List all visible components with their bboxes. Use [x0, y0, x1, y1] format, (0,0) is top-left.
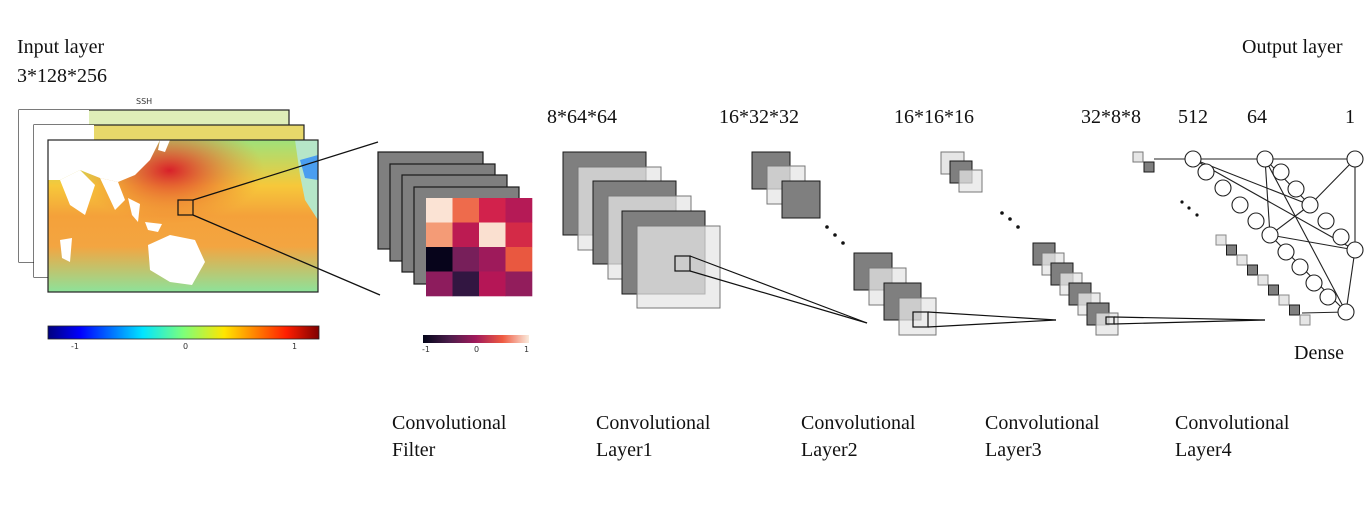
- filter-cell: [505, 271, 533, 297]
- neuron: [1287, 180, 1305, 198]
- fmap-light: [898, 297, 937, 336]
- ellipsis-dot: [833, 233, 837, 237]
- neuron: [1319, 288, 1337, 306]
- conv3-stack: [940, 151, 1119, 336]
- ellipsis-dot: [825, 225, 829, 229]
- neuron: [1337, 303, 1355, 321]
- ellipsis-dot: [1180, 200, 1184, 204]
- conv3-link-top: [1113, 316, 1266, 321]
- conv2-stack: [751, 151, 937, 336]
- fmap-light: [1236, 254, 1248, 266]
- conv4-tail: [1215, 234, 1311, 326]
- neuron: [1317, 212, 1335, 230]
- filter-cell: [505, 222, 533, 248]
- fmap-dark: [1247, 264, 1258, 276]
- fmap-light: [1132, 151, 1144, 163]
- filter-cell: [426, 198, 453, 223]
- fmap-dark: [1143, 161, 1155, 173]
- fmap-light: [1278, 294, 1290, 306]
- input-map-stack: [18, 109, 319, 293]
- neuron: [1277, 243, 1295, 261]
- filter-cell: [452, 222, 480, 248]
- fmap-dark: [1268, 284, 1279, 296]
- fmap-dark: [1289, 304, 1300, 316]
- neuron: [1231, 196, 1249, 214]
- neuron: [1184, 150, 1202, 168]
- neuron: [1291, 258, 1309, 276]
- neuron: [1214, 179, 1232, 197]
- neuron: [1305, 274, 1323, 292]
- ellipsis-dot: [1187, 206, 1191, 210]
- dense-connection: [1345, 249, 1356, 313]
- ellipsis-dot: [841, 241, 845, 245]
- dense-connection: [1264, 158, 1311, 206]
- neuron: [1261, 226, 1279, 244]
- neuron: [1256, 150, 1274, 168]
- ellipsis-dot: [1195, 213, 1199, 217]
- filter-grid: [426, 198, 533, 297]
- ellipsis-dot: [1016, 225, 1020, 229]
- neuron: [1272, 163, 1290, 181]
- neuron: [1247, 212, 1265, 230]
- neuron: [1197, 163, 1215, 181]
- input-colorbar: [47, 325, 320, 340]
- filter-cell: [479, 271, 506, 297]
- ellipsis-dot: [1008, 217, 1012, 221]
- filter-cell: [426, 247, 453, 272]
- filter-cell: [452, 271, 480, 297]
- neuron: [1332, 228, 1350, 246]
- filter-cell: [505, 198, 533, 223]
- dense-connection: [1264, 158, 1271, 236]
- conv2-link-bottom: [927, 319, 1057, 328]
- fmap-light: [1215, 234, 1227, 246]
- dense-connection: [1309, 158, 1356, 206]
- conv3-tail: [1032, 242, 1119, 336]
- filter-cell: [452, 198, 480, 223]
- dense-network: [1154, 150, 1364, 321]
- filter-cell: [479, 198, 506, 223]
- cnn-diagram: [18, 109, 1364, 343]
- filter-cell: [505, 247, 533, 272]
- filter-cell: [479, 247, 506, 272]
- ellipsis-dot: [1000, 211, 1004, 215]
- filter-cell: [426, 271, 453, 297]
- filter-cell: [479, 222, 506, 248]
- fmap-light: [1257, 274, 1269, 286]
- conv3-link-bottom: [1113, 319, 1266, 325]
- filter-cell: [426, 222, 453, 248]
- neuron: [1346, 241, 1364, 259]
- filter-stack: [377, 151, 533, 297]
- fmap-light: [636, 225, 721, 309]
- fmap-dark: [1226, 244, 1237, 256]
- conv1-stack: [562, 151, 721, 309]
- fmap-light: [1299, 314, 1311, 326]
- conv2-link-top: [927, 311, 1057, 321]
- neuron: [1301, 196, 1319, 214]
- input-map-front: [48, 140, 318, 292]
- fmap-dark: [781, 180, 821, 219]
- neuron: [1346, 150, 1364, 168]
- filter-colorbar: [423, 335, 529, 343]
- fmap-light: [958, 169, 983, 193]
- filter-cell: [452, 247, 480, 272]
